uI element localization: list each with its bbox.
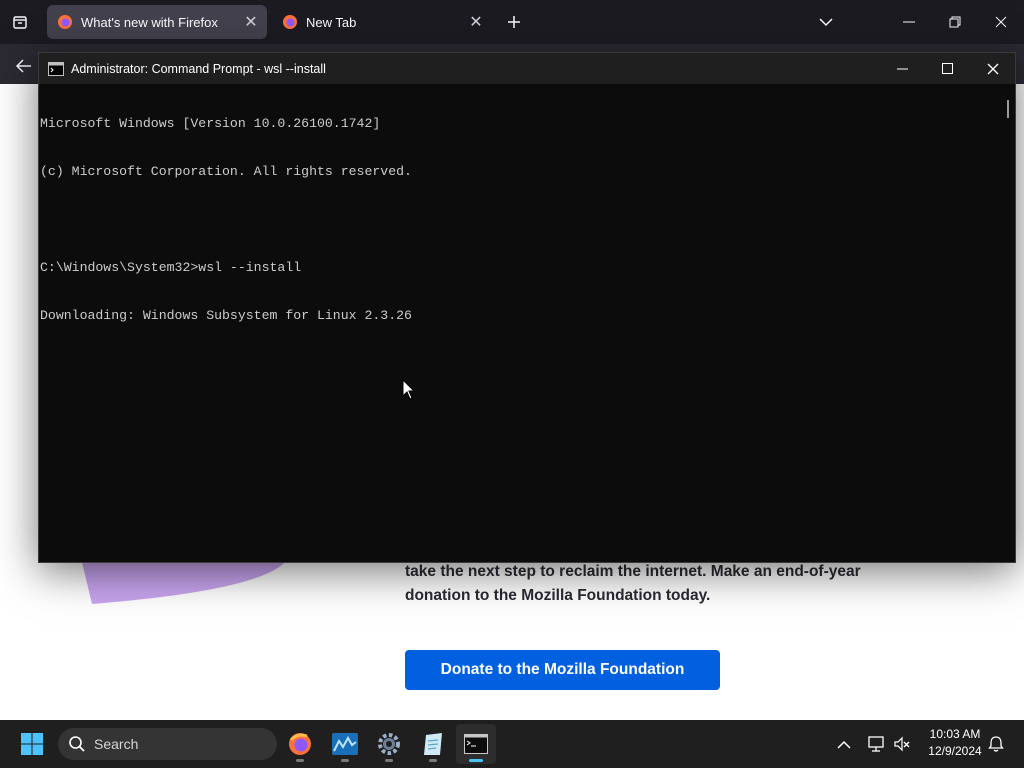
minimize-icon[interactable] xyxy=(886,0,932,44)
firefox-icon xyxy=(289,733,311,755)
close-window-icon[interactable] xyxy=(978,0,1024,44)
cmd-scrollbar[interactable] xyxy=(1001,84,1015,562)
firefox-favicon-icon xyxy=(283,15,297,29)
close-tab-icon[interactable]: ✕ xyxy=(239,10,263,34)
console-line: Microsoft Windows [Version 10.0.26100.17… xyxy=(40,116,381,131)
donate-button[interactable]: Donate to the Mozilla Foundation xyxy=(405,650,720,690)
taskbar-app-chart[interactable] xyxy=(325,724,365,764)
console-line: C:\Windows\System32>wsl --install xyxy=(40,260,302,275)
restore-icon[interactable] xyxy=(932,0,978,44)
cmd-title-bar[interactable]: Administrator: Command Prompt - wsl --in… xyxy=(39,53,1015,84)
back-arrow-icon[interactable] xyxy=(12,54,36,78)
donation-text: take the next step to reclaim the intern… xyxy=(405,563,861,604)
taskbar-terminal[interactable] xyxy=(456,724,496,764)
command-prompt-window: Administrator: Command Prompt - wsl --in… xyxy=(38,52,1016,563)
taskbar-settings[interactable] xyxy=(369,724,409,764)
decorative-shape xyxy=(80,554,290,604)
notification-bell-icon[interactable] xyxy=(986,734,1006,754)
terminal-icon xyxy=(464,734,488,754)
network-icon[interactable] xyxy=(866,734,886,754)
cmd-minimize-icon[interactable] xyxy=(879,53,925,84)
settings-icon xyxy=(378,733,400,755)
system-clock[interactable]: 10:03 AM 12/9/2024 xyxy=(918,726,992,760)
search-icon xyxy=(69,736,85,752)
tab-new-tab[interactable]: New Tab ✕ xyxy=(272,5,492,39)
firefox-tab-strip: What's new with Firefox ✕ New Tab ✕ xyxy=(0,0,1024,44)
console-line: (c) Microsoft Corporation. All rights re… xyxy=(40,164,412,179)
tab-list-icon[interactable] xyxy=(8,10,32,34)
volume-muted-icon[interactable] xyxy=(892,734,912,754)
tab-title: What's new with Firefox xyxy=(81,14,218,30)
tab-title: New Tab xyxy=(306,14,357,30)
tab-whats-new[interactable]: What's new with Firefox ✕ xyxy=(47,5,267,39)
taskbar-firefox[interactable] xyxy=(280,724,320,764)
chevron-up-icon[interactable] xyxy=(834,734,854,754)
windows-start-icon[interactable] xyxy=(14,728,50,760)
chevron-down-icon[interactable] xyxy=(814,10,838,34)
mouse-cursor-icon xyxy=(402,379,416,400)
close-tab-icon[interactable]: ✕ xyxy=(464,10,488,34)
taskbar: Search 10:03 AM 12/9/2024 xyxy=(0,720,1024,768)
clock-date: 12/9/2024 xyxy=(928,744,982,758)
cmd-maximize-icon[interactable] xyxy=(924,53,970,84)
new-tab-icon[interactable] xyxy=(502,10,526,34)
taskbar-search-box[interactable]: Search xyxy=(58,728,277,760)
cmd-console-output[interactable]: Microsoft Windows [Version 10.0.26100.17… xyxy=(39,84,1002,562)
notepad-icon xyxy=(424,733,442,755)
cmd-app-icon xyxy=(48,61,64,76)
cmd-close-icon[interactable] xyxy=(970,53,1016,84)
console-line: Downloading: Windows Subsystem for Linux… xyxy=(40,308,412,323)
firefox-favicon-icon xyxy=(58,15,72,29)
clock-time: 10:03 AM xyxy=(929,727,981,741)
app-chart-icon xyxy=(332,733,358,755)
search-label: Search xyxy=(94,736,139,752)
taskbar-notepad[interactable] xyxy=(413,724,453,764)
cmd-title: Administrator: Command Prompt - wsl --in… xyxy=(71,61,326,76)
